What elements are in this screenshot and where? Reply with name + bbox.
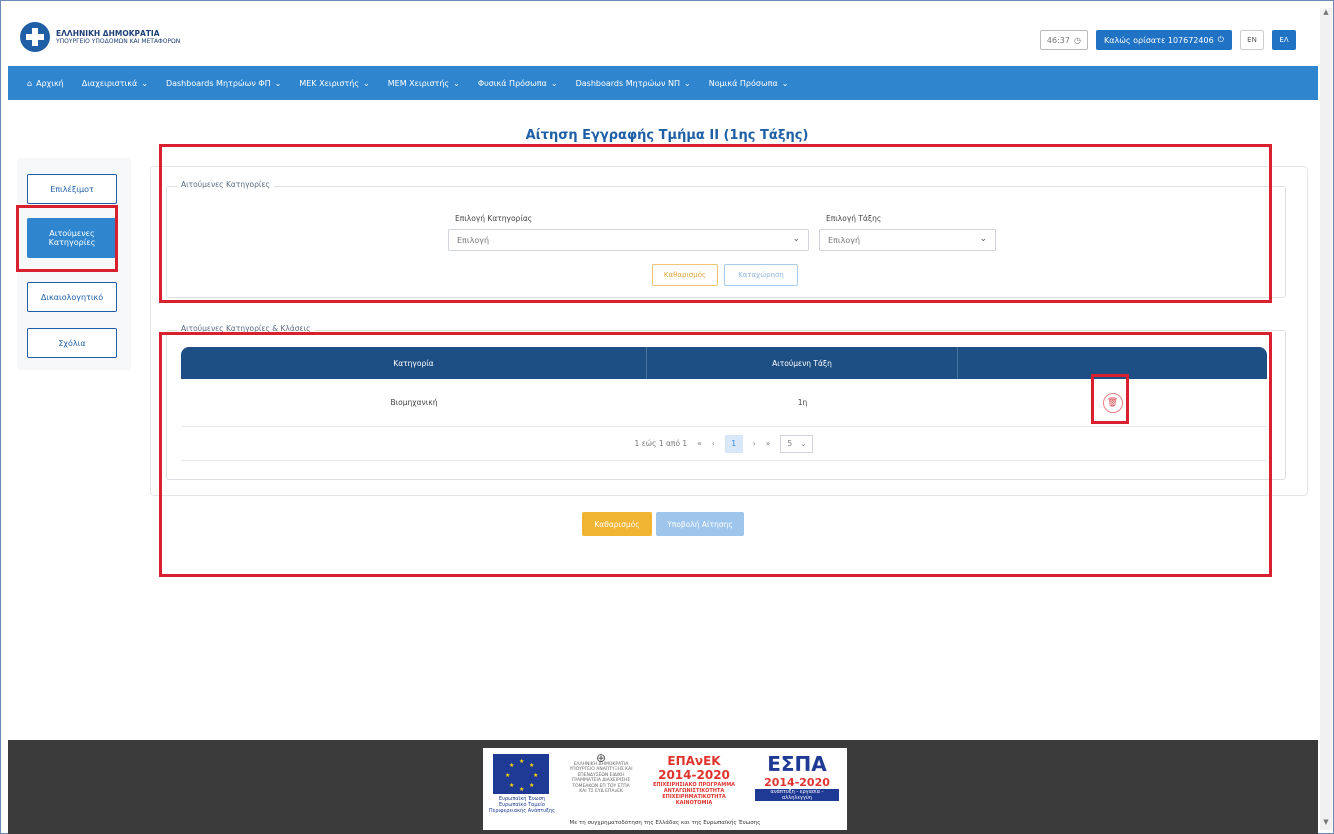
nav-natural-persons[interactable]: Φυσικά Πρόσωπα ⌄: [469, 79, 567, 88]
epanek-logo: ΕΠΑνΕΚ 2014-2020 ΕΠΙΧΕΙΡΗΣΙΑΚΟ ΠΡΟΓΡΑΜΜΑ…: [652, 754, 736, 806]
timer-value: 46:37: [1046, 35, 1070, 45]
ministry-logo: ⊕ ΕΛΛΗΝΙΚΗ ΔΗΜΟΚΡΑΤΙΑ ΥΠΟΥΡΓΕΙΟ ΑΝΑΠΤΥΞΗ…: [569, 751, 633, 795]
chevron-down-icon: ⌄: [550, 78, 558, 88]
nav-legal-persons[interactable]: Νομικά Πρόσωπα ⌄: [700, 79, 798, 88]
espa-logo: ΕΣΠΑ 2014-2020 ανάπτυξη - εργασία - αλλη…: [755, 752, 839, 801]
lang-el-button[interactable]: ΕΛ: [1272, 30, 1296, 50]
funding-logos: ★ ★ ★ ★ ★ ★ ★ ★ Ευρωπαϊκή Ένωση Ευρωπαϊκό Τα…: [483, 748, 847, 830]
site-header: ΕΛΛΗΝΙΚΗ ΔΗΜΟΚΡΑΤΙΑ ΥΠΟΥΡΓΕΙΟ ΥΠΟΔΟΜΩΝ Κ…: [8, 8, 1318, 66]
logo-title: ΕΛΛΗΝΙΚΗ ΔΗΜΟΚΡΑΤΙΑ: [56, 28, 160, 38]
nav-dashboards-fp[interactable]: Dashboards Μητρώων ΦΠ ⌄: [157, 79, 290, 88]
scroll-up-arrow-icon[interactable]: ▲: [1320, 8, 1332, 20]
user-menu-button[interactable]: Καλώς ορίσατε 107672406 ⏻: [1095, 30, 1232, 50]
home-icon: ⌂: [27, 78, 33, 88]
chevron-down-icon: ⌄: [274, 78, 282, 88]
session-timer: 46:37 ◷: [1039, 30, 1088, 50]
gov-logo[interactable]: ΕΛΛΗΝΙΚΗ ΔΗΜΟΚΡΑΤΙΑ ΥΠΟΥΡΓΕΙΟ ΥΠΟΔΟΜΩΝ Κ…: [20, 22, 180, 52]
nav-admin[interactable]: Διαχειριστικά ⌄: [73, 79, 157, 88]
highlight-form-box: [159, 144, 1272, 303]
sidebar-item-documents[interactable]: Δικαιολογητικό: [27, 282, 117, 312]
highlight-table-box: [159, 332, 1272, 577]
highlight-delete-box: [1091, 374, 1129, 424]
scroll-down-arrow-icon[interactable]: ▼: [1320, 818, 1332, 830]
page-title: Αίτηση Εγγραφής Τμήμα ΙΙ (1ης Τάξης): [525, 128, 809, 143]
main-nav: ⌂ Αρχική Διαχειριστικά ⌄ Dashboards Μητρ…: [8, 66, 1318, 100]
chevron-down-icon: ⌄: [363, 78, 370, 88]
chevron-down-icon: ⌄: [781, 78, 789, 88]
gov-emblem-icon: [20, 22, 50, 52]
page-scrollbar[interactable]: ▲ ▼: [1320, 8, 1332, 830]
highlight-sidebar-box: [16, 205, 118, 272]
lang-en-button[interactable]: EN: [1240, 30, 1264, 50]
nav-dashboards-np[interactable]: Dashboards Μητρώων ΝΠ ⌄: [567, 79, 700, 88]
chevron-down-icon: ⌄: [141, 78, 148, 88]
chevron-down-icon: ⌄: [453, 78, 460, 88]
cofunding-text: Με τη συγχρηματοδότηση της Ελλάδας και τ…: [569, 820, 761, 826]
eu-flag-icon: ★ ★ ★ ★ ★ ★ ★ ★: [493, 754, 549, 794]
nav-home[interactable]: ⌂ Αρχική: [18, 79, 73, 88]
sidebar-item-eligibility[interactable]: Επιλέξιμοτ: [27, 174, 117, 204]
welcome-text: Καλώς ορίσατε 107672406: [1103, 35, 1214, 45]
nav-mem[interactable]: ΜΕΜ Χειριστής ⌄: [379, 79, 469, 88]
chevron-down-icon: ⌄: [684, 78, 691, 88]
logo-subtitle: ΥΠΟΥΡΓΕΙΟ ΥΠΟΔΟΜΩΝ ΚΑΙ ΜΕΤΑΦΟΡΩΝ: [56, 37, 181, 45]
nav-mek[interactable]: ΜΕΚ Χειριστής ⌄: [290, 79, 378, 88]
power-icon: ⏻: [1217, 35, 1224, 44]
sidebar-item-comments[interactable]: Σχόλια: [27, 328, 117, 358]
eu-caption: Ευρωπαϊκή Ένωση Ευρωπαϊκό Ταμείο Περιφερ…: [488, 796, 556, 814]
clock-icon: ◷: [1073, 35, 1081, 45]
